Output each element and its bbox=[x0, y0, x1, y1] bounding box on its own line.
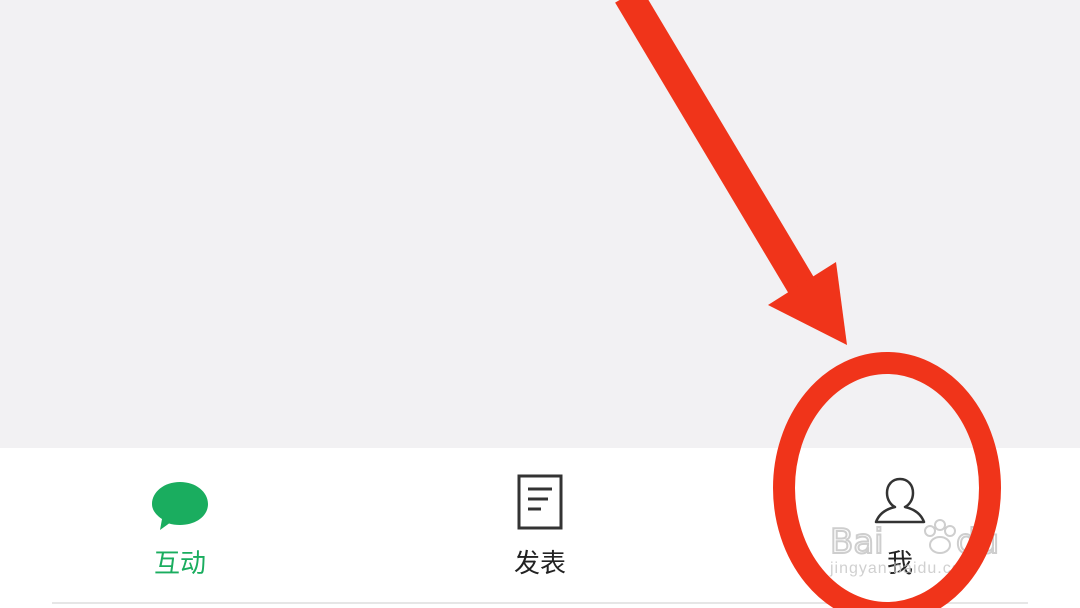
tab-interaction[interactable]: 互动 bbox=[90, 448, 270, 598]
bottom-tab-bar: 互动 发表 我 bbox=[0, 448, 1080, 608]
document-icon bbox=[517, 474, 563, 530]
bottom-divider bbox=[52, 602, 1028, 604]
chat-bubble-icon bbox=[152, 482, 208, 530]
tab-interaction-label: 互动 bbox=[153, 549, 206, 579]
tab-publish[interactable]: 发表 bbox=[450, 448, 630, 598]
content-area bbox=[0, 0, 1080, 448]
tab-publish-label: 发表 bbox=[513, 549, 566, 579]
watermark-url: jingyan.baidu.com bbox=[830, 560, 976, 577]
person-icon bbox=[874, 477, 926, 524]
